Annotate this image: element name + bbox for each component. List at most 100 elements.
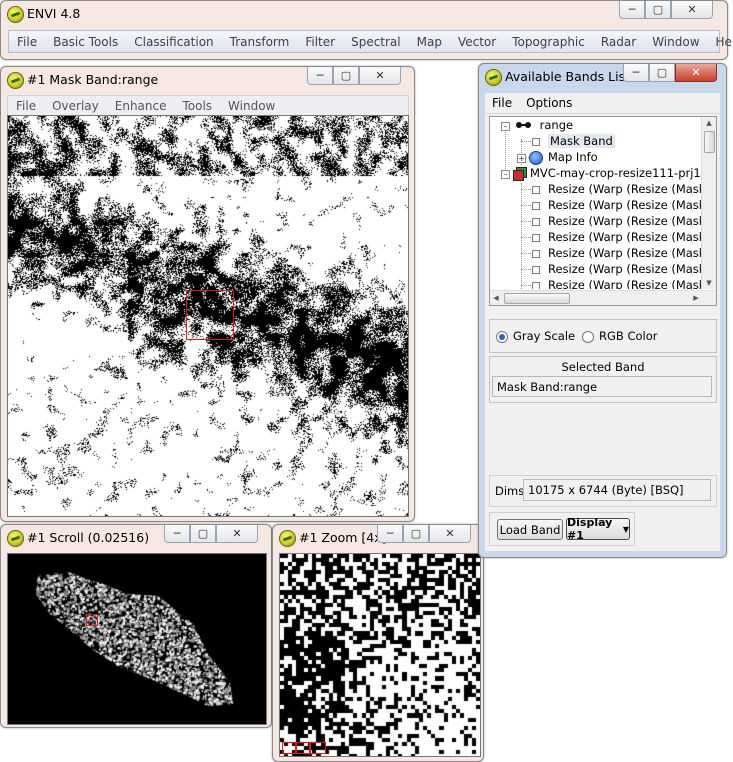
minimize-button[interactable]: ─ <box>619 1 645 19</box>
maximize-button[interactable]: ▢ <box>645 1 671 19</box>
menu-basic-tools[interactable]: Basic Tools <box>45 35 126 49</box>
menu-spectral[interactable]: Spectral <box>343 35 409 49</box>
zoom-display-canvas[interactable] <box>279 553 481 757</box>
band-checkbox[interactable] <box>532 137 540 146</box>
zoom-control-box-3[interactable] <box>310 742 326 754</box>
band-checkbox[interactable] <box>532 233 540 242</box>
dropdown-arrow-icon: ▼ <box>622 524 629 534</box>
gray-scale-radio[interactable]: Gray Scale <box>496 329 575 343</box>
tree-item-mask-band[interactable]: Mask Band <box>532 133 615 149</box>
minimize-icon: ─ <box>173 527 181 540</box>
zoomed-mask-image[interactable] <box>280 554 480 756</box>
dims-group: Dims 10175 x 6744 (Byte) [BSQ] <box>489 475 717 507</box>
image-titlebar[interactable]: #1 Mask Band:range ─ ▢ ✕ <box>1 67 414 93</box>
dims-label: Dims <box>495 484 525 498</box>
tree-item-resize-band[interactable]: Resize (Warp (Resize (Mask (I <box>532 277 702 289</box>
tree-vertical-scrollbar[interactable]: ▲ ▼ <box>701 117 716 289</box>
collapse-range-toggle[interactable]: – <box>501 122 510 131</box>
maximize-button[interactable]: ▢ <box>403 525 429 543</box>
zoom-roi-box[interactable] <box>186 290 234 340</box>
tree-item-resize-band[interactable]: Resize (Warp (Resize (Mask (I <box>532 197 702 213</box>
image-menu-tools[interactable]: Tools <box>174 99 220 113</box>
band-checkbox[interactable] <box>532 265 540 274</box>
tree-item-resize-band[interactable]: Resize (Warp (Resize (Mask (I <box>532 229 702 245</box>
tree-item-map-info[interactable]: Map Info <box>529 149 598 165</box>
tree-item-resize-band[interactable]: Resize (Warp (Resize (Mask (I <box>532 245 702 261</box>
radio-unselected-icon[interactable] <box>582 330 594 343</box>
tree-item-resize-band[interactable]: Resize (Warp (Resize (Mask (I <box>532 261 702 277</box>
band-checkbox[interactable] <box>532 281 540 289</box>
band-checkbox[interactable] <box>532 185 540 194</box>
bands-menu-file[interactable]: File <box>485 96 519 110</box>
selected-band-field: Mask Band:range <box>492 376 712 397</box>
menu-topographic[interactable]: Topographic <box>504 35 593 49</box>
zoom-control-box-1[interactable] <box>282 742 296 754</box>
available-bands-window: Available Bands List ─ ▢ ✕ File Options –… <box>478 63 727 558</box>
goggles-icon <box>516 121 532 130</box>
scroll-roi-box[interactable] <box>86 614 98 626</box>
selected-band-header: Selected Band <box>561 360 645 374</box>
band-checkbox[interactable] <box>532 201 540 210</box>
main-titlebar[interactable]: ENVI 4.8 ─ ▢ ✕ <box>1 1 727 27</box>
scroll-thumb[interactable] <box>704 131 715 153</box>
menu-vector[interactable]: Vector <box>450 35 504 49</box>
scroll-overview-image[interactable] <box>8 554 266 724</box>
close-button[interactable]: ✕ <box>671 1 713 19</box>
minimize-button[interactable]: ─ <box>164 525 190 543</box>
scroll-left-arrow[interactable]: ◀ <box>490 291 502 305</box>
image-menu-window[interactable]: Window <box>220 99 283 113</box>
maximize-button[interactable]: ▢ <box>649 64 675 82</box>
radio-selected-icon[interactable] <box>496 330 508 343</box>
scroll-right-arrow[interactable]: ▶ <box>690 291 702 305</box>
menu-radar[interactable]: Radar <box>593 35 644 49</box>
menu-filter[interactable]: Filter <box>297 35 343 49</box>
close-button[interactable]: ✕ <box>429 525 471 543</box>
minimize-button[interactable]: ─ <box>307 67 333 85</box>
image-menu-enhance[interactable]: Enhance <box>107 99 175 113</box>
band-checkbox[interactable] <box>532 249 540 258</box>
tree-item-resize-band[interactable]: Resize (Warp (Resize (Mask (I <box>532 213 702 229</box>
display-select-button[interactable]: Display #1 ▼ <box>566 516 630 542</box>
menu-transform[interactable]: Transform <box>222 35 298 49</box>
menu-classification[interactable]: Classification <box>126 35 221 49</box>
close-icon: ✕ <box>687 3 697 16</box>
image-display-canvas[interactable] <box>7 115 409 517</box>
scroll-window-title: #1 Scroll (0.02516) <box>27 530 150 545</box>
scroll-h-thumb[interactable] <box>504 293 570 304</box>
image-menu-file[interactable]: File <box>8 99 44 113</box>
tree-item-range[interactable]: range <box>516 117 573 133</box>
minimize-button[interactable]: ─ <box>377 525 403 543</box>
selected-band-group: Selected Band Mask Band:range <box>489 356 717 403</box>
maximize-button[interactable]: ▢ <box>333 67 359 85</box>
menu-help[interactable]: Help <box>708 35 733 49</box>
close-button[interactable]: ✕ <box>675 64 717 82</box>
image-menu-overlay[interactable]: Overlay <box>44 99 107 113</box>
band-checkbox[interactable] <box>532 217 540 226</box>
maximize-icon: ▢ <box>652 3 664 16</box>
main-menubar: File Basic Tools Classification Transform Fi… <box>8 30 733 53</box>
tree-item-mvc-file[interactable]: MVC-may-crop-resize111-prj1 <box>513 165 701 181</box>
scroll-up-arrow[interactable]: ▲ <box>702 117 716 129</box>
scroll-display-canvas[interactable] <box>7 553 267 725</box>
zoom-control-box-2[interactable] <box>296 742 310 754</box>
minimize-button[interactable]: ─ <box>623 64 649 82</box>
tree-horizontal-scrollbar[interactable]: ◀ ▶ <box>490 290 716 305</box>
collapse-mvc-toggle[interactable]: – <box>501 170 510 179</box>
load-band-button[interactable]: Load Band <box>497 519 563 540</box>
zoom-titlebar[interactable]: #1 Zoom [4x] ─ ▢ ✕ <box>273 525 483 551</box>
menu-map[interactable]: Map <box>409 35 450 49</box>
band-tree[interactable]: – range Mask Band + Map Info – MVC-may-c… <box>489 116 717 306</box>
bands-titlebar[interactable]: Available Bands List ─ ▢ ✕ <box>479 64 726 90</box>
close-button[interactable]: ✕ <box>359 67 401 85</box>
expand-map-info-toggle[interactable]: + <box>517 154 526 163</box>
bands-menu-options[interactable]: Options <box>519 96 579 110</box>
image-stack-icon <box>513 167 527 181</box>
tree-item-resize-band[interactable]: Resize (Warp (Resize (Mask (I <box>532 181 702 197</box>
close-button[interactable]: ✕ <box>216 525 258 543</box>
rgb-color-radio[interactable]: RGB Color <box>582 329 657 343</box>
menu-file[interactable]: File <box>9 35 45 49</box>
scroll-titlebar[interactable]: #1 Scroll (0.02516) ─ ▢ ✕ <box>1 525 271 551</box>
scroll-down-arrow[interactable]: ▼ <box>702 277 716 289</box>
menu-window[interactable]: Window <box>644 35 707 49</box>
maximize-button[interactable]: ▢ <box>190 525 216 543</box>
